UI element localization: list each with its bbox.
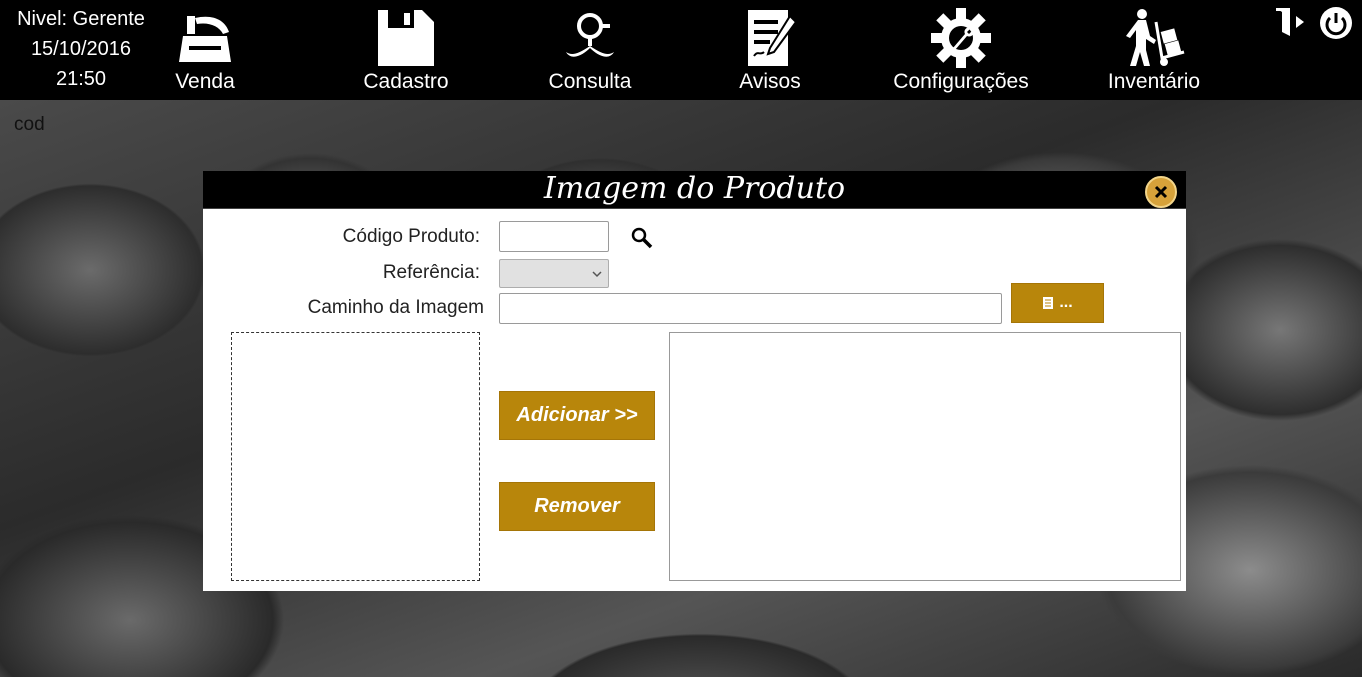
caminho-imagem-input[interactable] xyxy=(499,293,1002,324)
product-image-dialog: Imagem do Produto Código Produto: Referê… xyxy=(203,171,1186,591)
search-icon[interactable] xyxy=(631,227,653,249)
nav-venda-label: Venda xyxy=(175,70,235,93)
image-preview-box xyxy=(231,332,480,581)
nav-inventario[interactable]: Inventário xyxy=(1100,0,1208,100)
dialog-title: Imagem do Produto xyxy=(543,171,846,206)
close-button[interactable] xyxy=(1145,176,1177,208)
file-icon xyxy=(1043,297,1054,309)
current-time: 21:50 xyxy=(55,68,107,90)
current-date: 15/10/2016 xyxy=(30,38,132,60)
chevron-down-icon xyxy=(592,271,602,278)
nav-cadastro[interactable]: Cadastro xyxy=(350,0,462,100)
nav-avisos-label: Avisos xyxy=(739,70,801,93)
save-disk-icon xyxy=(378,10,434,66)
remove-button[interactable]: Remover xyxy=(499,482,655,531)
session-status: Nivel: Gerente 15/10/2016 21:50 xyxy=(0,4,162,94)
close-icon xyxy=(1154,185,1168,199)
codigo-produto-label: Código Produto: xyxy=(342,226,480,247)
logout-door-icon[interactable] xyxy=(1274,6,1308,38)
nav-configuracoes[interactable]: Configurações xyxy=(884,0,1038,100)
referencia-select[interactable] xyxy=(499,259,609,288)
nav-consulta[interactable]: Consulta xyxy=(534,0,646,100)
top-navigation-bar: Nivel: Gerente 15/10/2016 21:50 Venda Ca… xyxy=(0,0,1362,100)
nav-venda[interactable]: Venda xyxy=(160,0,250,100)
browse-button[interactable]: ... xyxy=(1011,283,1104,323)
referencia-label: Referência: xyxy=(382,262,480,283)
codigo-produto-input[interactable] xyxy=(499,221,609,252)
dialog-header: Imagem do Produto xyxy=(203,171,1186,209)
nav-consulta-label: Consulta xyxy=(548,70,632,93)
notice-document-icon xyxy=(748,10,798,66)
add-button[interactable]: Adicionar >> xyxy=(499,391,655,440)
image-list-box[interactable] xyxy=(669,332,1181,581)
caminho-imagem-label: Caminho da Imagem xyxy=(307,297,484,318)
add-button-label: Adicionar >> xyxy=(516,404,638,426)
user-level: Nivel: Gerente xyxy=(17,8,145,30)
nav-cadastro-label: Cadastro xyxy=(363,70,449,93)
power-icon[interactable] xyxy=(1319,6,1353,40)
cash-register-icon xyxy=(179,16,231,62)
hand-truck-icon xyxy=(1126,9,1185,66)
nav-inventario-label: Inventário xyxy=(1107,70,1201,93)
browse-button-label: ... xyxy=(1059,294,1073,311)
nav-avisos[interactable]: Avisos xyxy=(722,0,818,100)
remove-button-label: Remover xyxy=(534,495,620,517)
cod-label: cod xyxy=(14,114,45,135)
magnifier-mustache-icon xyxy=(566,13,614,57)
gear-wrench-icon xyxy=(931,8,991,68)
nav-configuracoes-label: Configurações xyxy=(893,70,1029,93)
